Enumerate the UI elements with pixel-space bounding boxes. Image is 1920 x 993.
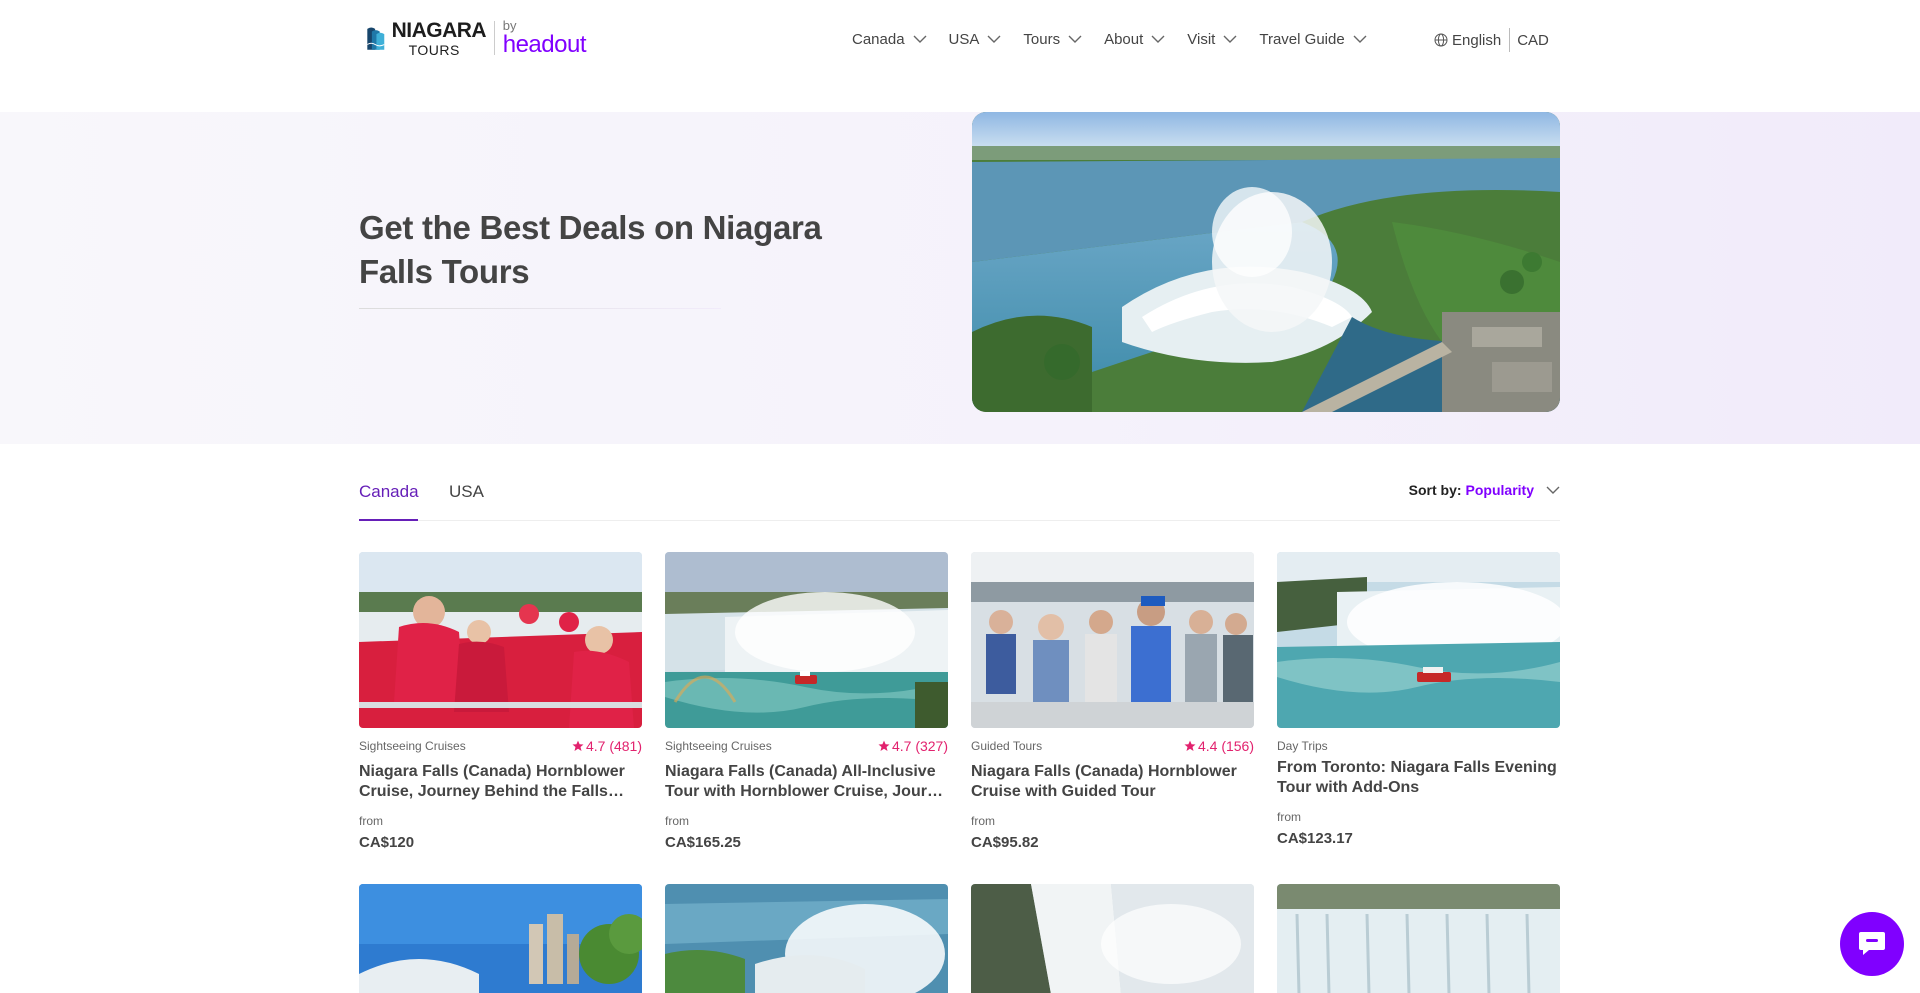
product-card-image[interactable] bbox=[665, 884, 948, 993]
hero-title: Get the Best Deals on Niagara Falls Tour… bbox=[359, 209, 822, 290]
nav-item-label: Canada bbox=[852, 30, 905, 48]
card-meta: Sightseeing Cruises 4.7 (327) bbox=[665, 738, 948, 754]
rating-value: 4.7 bbox=[891, 738, 912, 754]
price-prefix: from bbox=[971, 814, 995, 828]
product-card[interactable]: Sightseeing Cruises 4.7 (481) Niagara Fa… bbox=[359, 552, 642, 851]
product-card[interactable]: Day Trips From Toronto: Niagara Falls Ev… bbox=[1277, 552, 1560, 847]
card-image bbox=[359, 552, 642, 728]
chevron-down-icon bbox=[1151, 35, 1165, 43]
chevron-down-icon bbox=[987, 35, 1001, 43]
brand-name-line1: NIAGARA bbox=[391, 18, 487, 42]
locale-divider bbox=[1509, 28, 1511, 52]
nav-item-about[interactable]: About bbox=[1104, 31, 1165, 48]
card-meta: Sightseeing Cruises 4.7 (481) bbox=[359, 738, 642, 754]
price-prefix: from bbox=[1277, 810, 1301, 824]
nav-item-label: Tours bbox=[1023, 30, 1061, 48]
card-image bbox=[971, 552, 1254, 728]
review-count: (156) bbox=[1221, 738, 1254, 754]
hero-image bbox=[972, 112, 1560, 412]
card-category: Day Trips bbox=[1277, 739, 1328, 753]
partner-wordmark: by headout bbox=[502, 19, 587, 58]
globe-icon bbox=[1434, 33, 1448, 47]
price-prefix: from bbox=[359, 814, 383, 828]
star-icon bbox=[1184, 740, 1196, 751]
chevron-down-icon bbox=[1353, 35, 1367, 43]
product-card-image[interactable] bbox=[971, 884, 1254, 993]
star-icon bbox=[878, 740, 890, 751]
card-price: CA$123.17 bbox=[1277, 830, 1353, 847]
nav-item-label: About bbox=[1104, 30, 1144, 48]
nav-item-usa[interactable]: USA bbox=[949, 31, 1002, 48]
active-tab-indicator bbox=[359, 519, 418, 521]
chevron-down-icon bbox=[913, 35, 927, 43]
brand-wordmark: NIAGARA TOURS bbox=[392, 20, 487, 57]
chevron-down-icon bbox=[1223, 35, 1237, 43]
chevron-down-icon bbox=[1546, 486, 1560, 494]
chevron-down-icon bbox=[1068, 35, 1082, 43]
brand-name-line2: TOURS bbox=[408, 41, 460, 58]
card-category: Guided Tours bbox=[971, 739, 1043, 753]
card-category: Sightseeing Cruises bbox=[665, 739, 772, 753]
chat-button[interactable] bbox=[1840, 912, 1904, 976]
language-selector[interactable]: English bbox=[1452, 32, 1501, 49]
nav-item-canada[interactable]: Canada bbox=[852, 31, 927, 48]
review-count: (481) bbox=[609, 738, 642, 754]
niagara-falls-aerial-image bbox=[972, 112, 1560, 412]
region-tabs: Canada USA Sort by: Popularity bbox=[359, 478, 1560, 521]
card-title[interactable]: From Toronto: Niagara Falls Evening Tour… bbox=[1277, 758, 1560, 798]
currency-selector[interactable]: CAD bbox=[1517, 32, 1549, 49]
hero-divider bbox=[359, 308, 721, 309]
card-image bbox=[665, 552, 948, 728]
card-meta: Day Trips bbox=[1277, 738, 1560, 754]
nav-item-label: USA bbox=[948, 30, 980, 48]
product-card-image[interactable] bbox=[359, 884, 642, 993]
sort-value: Popularity bbox=[1465, 482, 1534, 498]
locale-controls: English CAD bbox=[1434, 28, 1549, 52]
site-header: NIAGARA TOURS by headout Canada USA Tour… bbox=[0, 0, 1920, 76]
card-price: CA$165.25 bbox=[665, 834, 741, 851]
price-prefix: from bbox=[665, 814, 689, 828]
chat-bubble-icon bbox=[1859, 932, 1885, 955]
product-card[interactable]: Guided Tours 4.4 (156) Niagara Falls (Ca… bbox=[971, 552, 1254, 851]
card-price: CA$120 bbox=[359, 834, 415, 851]
tab-canada[interactable]: Canada bbox=[359, 482, 419, 502]
rating-value: 4.7 bbox=[585, 738, 606, 754]
card-rating: 4.4 (156) bbox=[1184, 738, 1254, 754]
card-category: Sightseeing Cruises bbox=[359, 739, 466, 753]
rating-value: 4.4 bbox=[1197, 738, 1218, 754]
card-meta: Guided Tours 4.4 (156) bbox=[971, 738, 1254, 754]
product-card[interactable]: Sightseeing Cruises 4.7 (327) Niagara Fa… bbox=[665, 552, 948, 851]
sort-label: Sort by: bbox=[1408, 482, 1462, 498]
nav-item-tours[interactable]: Tours bbox=[1023, 31, 1082, 48]
nav-item-travel-guide[interactable]: Travel Guide bbox=[1259, 30, 1367, 48]
niagara-logo-icon bbox=[367, 27, 385, 50]
review-count: (327) bbox=[915, 738, 948, 754]
card-title[interactable]: Niagara Falls (Canada) All-Inclusive Tou… bbox=[665, 762, 948, 802]
logo-divider bbox=[494, 21, 495, 55]
hero-section bbox=[0, 112, 1920, 444]
nav-item-label: Visit bbox=[1187, 30, 1216, 48]
brand-logo[interactable]: NIAGARA TOURS by headout bbox=[366, 16, 587, 60]
partner-name: headout bbox=[502, 31, 587, 58]
card-rating: 4.7 (481) bbox=[572, 738, 642, 754]
star-icon bbox=[572, 740, 584, 751]
card-image bbox=[1277, 552, 1560, 728]
card-price: CA$95.82 bbox=[971, 834, 1039, 851]
sort-dropdown[interactable]: Sort by: Popularity bbox=[1409, 482, 1560, 498]
product-card-image[interactable] bbox=[1277, 884, 1560, 993]
tab-usa[interactable]: USA bbox=[449, 482, 484, 502]
nav-item-visit[interactable]: Visit bbox=[1187, 31, 1237, 48]
card-title[interactable]: Niagara Falls (Canada) Hornblower Cruise… bbox=[359, 762, 642, 802]
card-rating: 4.7 (327) bbox=[878, 738, 948, 754]
card-title[interactable]: Niagara Falls (Canada) Hornblower Cruise… bbox=[971, 762, 1254, 802]
nav-item-label: Travel Guide bbox=[1259, 30, 1345, 48]
main-nav: Canada USA Tours About Visit Travel Guid… bbox=[852, 28, 1389, 50]
